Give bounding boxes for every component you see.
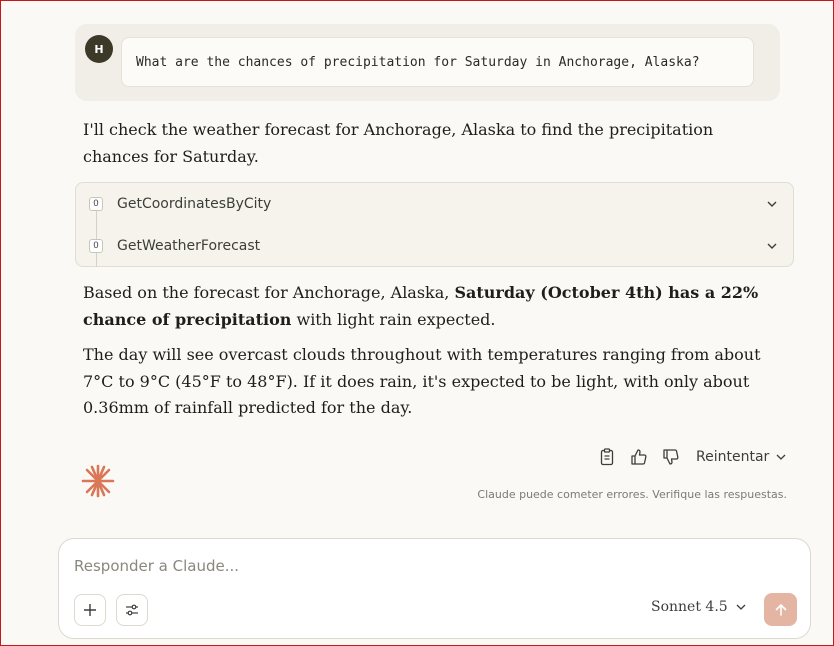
tool-connector bbox=[96, 253, 97, 267]
claude-logo-icon bbox=[81, 464, 115, 498]
reply-input[interactable] bbox=[74, 553, 774, 579]
retry-label: Reintentar bbox=[696, 449, 770, 465]
retry-button[interactable]: Reintentar bbox=[696, 449, 787, 465]
user-message: H What are the chances of precipitation … bbox=[75, 24, 780, 101]
chevron-down-icon bbox=[736, 604, 746, 610]
model-selector[interactable]: Sonnet 4.5 bbox=[651, 599, 747, 615]
copy-icon[interactable] bbox=[597, 447, 617, 467]
assistant-answer-paragraph-2: The day will see overcast clouds through… bbox=[83, 345, 761, 417]
tool-icon: O bbox=[89, 197, 103, 211]
tool-call-get-coordinates[interactable]: O GetCoordinatesByCity bbox=[76, 183, 793, 225]
user-avatar: H bbox=[85, 35, 113, 63]
tools-settings-button[interactable] bbox=[116, 594, 148, 626]
arrow-up-icon bbox=[775, 603, 786, 616]
tool-calls-panel: O GetCoordinatesByCity O GetWeatherForec… bbox=[75, 182, 794, 267]
chevron-down-icon[interactable] bbox=[765, 197, 779, 211]
tool-connector bbox=[96, 225, 97, 239]
chevron-down-icon[interactable] bbox=[765, 239, 779, 253]
assistant-intro: I'll check the weather forecast for Anch… bbox=[83, 120, 714, 166]
assistant-answer-paragraph-1: Based on the forecast for Anchorage, Ala… bbox=[83, 280, 773, 333]
send-button[interactable] bbox=[764, 593, 797, 626]
thumbs-up-icon[interactable] bbox=[629, 447, 649, 467]
sliders-icon bbox=[126, 604, 138, 616]
plus-icon bbox=[84, 604, 96, 616]
disclaimer: Claude puede cometer errores. Verifique … bbox=[477, 488, 787, 501]
chevron-down-icon bbox=[776, 454, 786, 460]
composer: Sonnet 4.5 bbox=[58, 538, 811, 639]
answer-text: Based on the forecast for Anchorage, Ala… bbox=[83, 283, 455, 302]
add-button[interactable] bbox=[74, 594, 106, 626]
model-label: Sonnet 4.5 bbox=[651, 599, 728, 615]
thumbs-down-icon[interactable] bbox=[661, 447, 681, 467]
tool-name: GetCoordinatesByCity bbox=[117, 196, 272, 212]
tool-connector bbox=[96, 211, 97, 225]
tool-name: GetWeatherForecast bbox=[117, 238, 261, 254]
tool-call-get-weather-forecast[interactable]: O GetWeatherForecast bbox=[76, 225, 793, 267]
tool-icon: O bbox=[89, 239, 103, 253]
user-message-text: What are the chances of precipitation fo… bbox=[121, 37, 754, 87]
answer-text: with light rain expected. bbox=[291, 309, 496, 329]
